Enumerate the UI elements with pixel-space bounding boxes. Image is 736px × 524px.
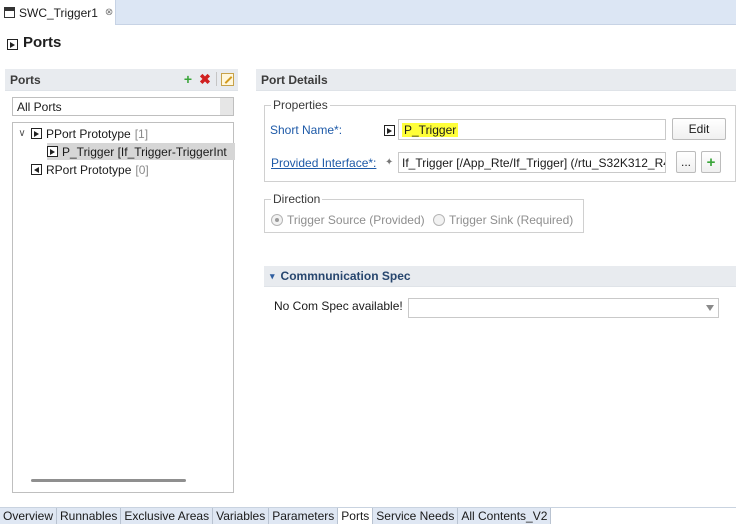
tab-ports[interactable]: Ports — [338, 508, 374, 524]
filter-combo-button[interactable] — [220, 98, 233, 115]
no-comspec-label: No Com Spec available! — [274, 299, 403, 313]
tab-variables[interactable]: Variables — [213, 508, 270, 524]
chevron-down-icon[interactable] — [706, 305, 714, 311]
communication-spec-label: Commnunication Spec — [280, 269, 411, 283]
horizontal-scrollbar[interactable] — [31, 479, 186, 482]
radio-trigger-sink[interactable]: Trigger Sink (Required) — [433, 213, 573, 227]
interface-icon: ✦ — [385, 157, 394, 168]
add-interface-button[interactable]: + — [701, 151, 721, 173]
tree-item-count: [1] — [134, 126, 149, 141]
radio-trigger-source[interactable]: Trigger Source (Provided) — [271, 213, 425, 227]
radio-trigger-source-label: Trigger Source (Provided) — [287, 213, 425, 227]
delete-port-button[interactable]: ✖ — [198, 72, 212, 86]
editor-tab-swc-trigger1[interactable]: SWC_Trigger1 ⊗ — [0, 0, 116, 25]
radio-checked-icon — [271, 214, 283, 226]
pport-icon — [47, 146, 58, 157]
properties-group-label: Properties — [271, 98, 330, 112]
add-port-button[interactable]: + — [181, 72, 195, 86]
short-name-field[interactable]: P_Trigger — [398, 119, 666, 140]
comspec-select[interactable] — [408, 298, 719, 318]
provided-interface-field[interactable]: If_Trigger [/App_Rte/If_Trigger] (/rtu_S… — [398, 152, 666, 173]
provided-interface-link[interactable]: Provided Interface*: — [271, 156, 376, 170]
port-filter-combo[interactable] — [12, 97, 234, 116]
collapse-caret-icon: ▾ — [270, 270, 275, 281]
editor-tab-bar: SWC_Trigger1 ⊗ — [0, 0, 736, 25]
tree-item-label: PPort Prototype — [46, 126, 131, 141]
ports-toolbar: + ✖ — [181, 72, 234, 86]
page-title-text: Ports — [23, 34, 62, 51]
tree-item-rport-prototype[interactable]: RPort Prototype [0] — [31, 161, 149, 178]
tree-item-p-trigger[interactable]: P_Trigger [If_Trigger-TriggerInt — [47, 143, 235, 160]
tree-item-label: P_Trigger [If_Trigger-TriggerInt — [62, 144, 227, 159]
radio-unchecked-icon — [433, 214, 445, 226]
pport-icon — [31, 128, 42, 139]
direction-group-label: Direction — [271, 192, 323, 206]
tree-item-label: RPort Prototype — [46, 162, 132, 177]
short-name-label: Short Name*: — [270, 123, 343, 137]
communication-spec-header[interactable]: ▾ Commnunication Spec — [264, 266, 736, 287]
tree-item-pport-prototype[interactable]: ∨ PPort Prototype [1] — [17, 125, 148, 142]
editor-tab-label: SWC_Trigger1 — [19, 5, 98, 20]
port-details-header: Port Details — [256, 69, 736, 91]
editor-page-tabs: Overview Runnables Exclusive Areas Varia… — [0, 507, 736, 524]
tab-all-contents-v2[interactable]: All Contents_V2 — [458, 508, 552, 524]
provided-interface-value: If_Trigger [/App_Rte/If_Trigger] (/rtu_S… — [402, 155, 666, 170]
ports-section: Ports + ✖ ∨ PPort Prototype [1] P_Trigge… — [5, 69, 238, 493]
port-details-label: Port Details — [261, 72, 328, 87]
edit-button[interactable]: Edit — [672, 118, 726, 140]
tab-parameters[interactable]: Parameters — [269, 508, 339, 524]
tab-service-needs[interactable]: Service Needs — [373, 508, 459, 524]
expand-chevron-icon[interactable]: ∨ — [17, 128, 27, 139]
tab-runnables[interactable]: Runnables — [57, 508, 122, 524]
close-icon[interactable]: ⊗ — [105, 7, 113, 18]
radio-trigger-sink-label: Trigger Sink (Required) — [449, 213, 574, 227]
browse-button[interactable]: ... — [676, 151, 696, 173]
tree-item-count: [0] — [135, 162, 149, 177]
tab-exclusive-areas[interactable]: Exclusive Areas — [121, 508, 214, 524]
edit-pencil-icon[interactable] — [221, 72, 234, 86]
page-title: Ports — [7, 34, 61, 51]
pport-icon — [384, 125, 395, 136]
ports-tree[interactable]: ∨ PPort Prototype [1] P_Trigger [If_Trig… — [12, 122, 235, 493]
short-name-value: P_Trigger — [402, 122, 459, 137]
component-icon — [4, 7, 15, 18]
port-icon — [7, 39, 18, 50]
tab-overview[interactable]: Overview — [0, 508, 58, 524]
rport-icon — [31, 164, 42, 175]
toolbar-divider — [216, 72, 217, 86]
ports-section-header: Ports + ✖ — [5, 69, 238, 91]
ports-header-label: Ports — [10, 72, 41, 87]
